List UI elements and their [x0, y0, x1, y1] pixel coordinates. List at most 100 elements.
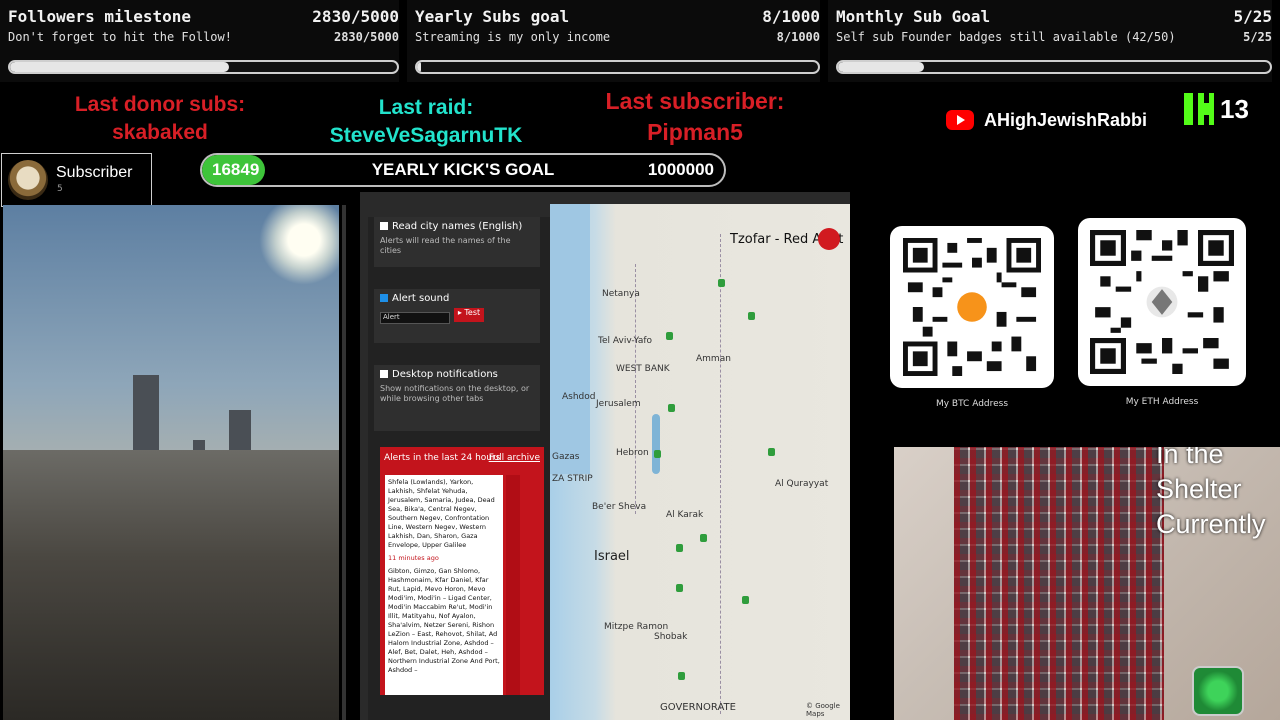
setting-title: Alert sound: [392, 293, 450, 304]
kick-count: 13: [1220, 94, 1249, 124]
map-marker: [654, 450, 661, 458]
plaid-shirt: [954, 447, 1164, 720]
map-label: Be'er Sheva: [592, 502, 647, 512]
setting-description: Show notifications on the desktop, or wh…: [380, 384, 530, 403]
sea-area: [550, 204, 590, 474]
goal-subtitle: Don't forget to hit the Follow!: [8, 30, 232, 44]
eth-qr-code: [1078, 218, 1246, 386]
shelter-status-text: In the Shelter Currently: [1156, 447, 1266, 542]
test-sound-button[interactable]: ▸ Test: [454, 308, 484, 322]
last-subscriber-name: Pipman5: [647, 119, 743, 145]
youtube-icon: [946, 110, 974, 130]
last-donor-name: skabaked: [112, 121, 208, 144]
map-label: Tel Aviv-Yafo: [598, 336, 653, 346]
alert-regions: Shfela (Lowlands), Yarkon, Lakhish, Shfe…: [388, 478, 495, 549]
eth-address-caption: My ETH Address: [1125, 397, 1199, 407]
read-city-names-setting[interactable]: Read city names (English) Alerts will re…: [374, 217, 540, 267]
last-donor-label: Last donor subs: skabaked: [40, 91, 280, 147]
alerts-list: Shfela (Lowlands), Yarkon, Lakhish, Shfe…: [385, 475, 503, 695]
border-line: [720, 234, 721, 714]
last-subscriber-label: Last subscriber: Pipman5: [570, 86, 820, 148]
red-alert-browser-capture: Read city names (English) Alerts will re…: [360, 192, 850, 720]
border-line: [635, 264, 636, 514]
map-marker: [748, 312, 755, 320]
alerts-24h-panel: Alerts in the last 24 hours Full archive…: [380, 447, 544, 695]
kick-viewer-count: 13: [1184, 93, 1274, 125]
map-label: Hebron: [616, 448, 649, 458]
map-credit: © Google Maps: [806, 702, 840, 718]
avatar: [8, 160, 48, 200]
yearly-subs-goal-widget: Yearly Subs goal 8/1000 Streaming is my …: [407, 0, 820, 82]
green-jar: [1192, 666, 1244, 716]
goal-progress-fill: [838, 62, 925, 72]
youtube-channel-name: AHighJewishRabbi: [984, 110, 1148, 130]
last-donor-title: Last donor subs:: [74, 93, 246, 116]
monthly-sub-goal-widget: Monthly Sub Goal 5/25 Self sub Founder b…: [828, 0, 1272, 82]
desktop-notifications-setting[interactable]: Desktop notifications Show notifications…: [374, 365, 540, 431]
settings-panel: Read city names (English) Alerts will re…: [368, 217, 553, 720]
city-webcam-feed: [3, 205, 339, 720]
goal-progress-bar: [415, 60, 820, 74]
goal-title: Monthly Sub Goal: [836, 7, 991, 26]
youtube-handle: AHighJewishRabbi: [946, 109, 1176, 131]
followers-goal-widget: Followers milestone 2830/5000 Don't forg…: [0, 0, 399, 82]
goal-subtitle: Self sub Founder badges still available …: [836, 30, 1176, 44]
kick-yearly-goal-bar: YEARLY KICK'S GOAL 16849 1000000: [200, 153, 726, 187]
sun-glare: [259, 205, 339, 285]
map-marker: [678, 672, 685, 680]
map-label: Netanya: [602, 289, 640, 299]
goal-count-small: 5/25: [1243, 30, 1272, 44]
checkbox-icon[interactable]: [380, 222, 388, 230]
qr-pattern: [903, 238, 1041, 376]
city-skyline: [3, 450, 339, 720]
shelter-line-1: In the: [1156, 447, 1224, 469]
map-label: GOVERNORATE: [660, 702, 736, 713]
goal-count-small: 8/1000: [776, 30, 820, 44]
map-label: Ashdod: [562, 392, 596, 402]
map-marker: [700, 534, 707, 542]
map-label: WEST BANK: [616, 364, 670, 374]
goal-progress-bar: [836, 60, 1272, 74]
map-marker: [668, 404, 675, 412]
streamer-webcam-feed: In the Shelter Currently: [894, 447, 1280, 720]
checkbox-icon[interactable]: [380, 370, 388, 378]
kick-goal-title: YEARLY KICK'S GOAL: [371, 160, 555, 179]
goal-subtitle: Streaming is my only income: [415, 30, 611, 44]
goal-count: 8/1000: [762, 7, 820, 26]
subscriber-count: 5: [57, 184, 63, 194]
alerts-header: Alerts in the last 24 hours: [384, 453, 501, 463]
alert-time: 11 minutes ago: [388, 554, 439, 562]
map-label: Amman: [696, 354, 731, 364]
btc-qr-code: [890, 226, 1054, 388]
qr-pattern: [1090, 230, 1234, 374]
goal-count: 2830/5000: [312, 7, 399, 26]
kick-goal-target: 1000000: [647, 160, 714, 179]
alert-sound-setting[interactable]: Alert sound Alert ▸ Test: [374, 289, 540, 343]
scrollbar[interactable]: [506, 475, 520, 695]
setting-description: Alerts will read the names of the cities: [380, 236, 511, 255]
map-label: Gazas: [552, 452, 580, 462]
shelter-line-3: Currently: [1156, 509, 1266, 539]
map-marker: [676, 544, 683, 552]
map-marker: [676, 584, 683, 592]
last-subscriber-title: Last subscriber:: [605, 88, 785, 114]
map-label: Shobak: [654, 632, 688, 642]
setting-title: Desktop notifications: [392, 369, 498, 380]
kick-goal-current: 16849: [212, 160, 260, 179]
subscriber-title: Subscriber: [56, 164, 133, 181]
goal-count-small: 2830/5000: [333, 30, 399, 44]
alert-map[interactable]: Tzofar - Red Alert Netanya Tel Aviv-Yafo…: [550, 204, 850, 720]
checkbox-checked-icon[interactable]: [380, 294, 388, 302]
divider: [342, 205, 346, 720]
goal-title: Yearly Subs goal: [415, 7, 570, 26]
alert-cities: Gibton, Gimzo, Gan Shlomo, Hashmonaim, K…: [388, 567, 500, 674]
goal-count: 5/25: [1233, 7, 1272, 26]
btc-address-caption: My BTC Address: [935, 399, 1009, 409]
map-label: Al Qurayyat: [775, 479, 829, 489]
goal-progress-fill: [417, 62, 421, 72]
map-label-israel: Israel: [594, 549, 630, 564]
shelter-line-2: Shelter: [1156, 474, 1242, 504]
goal-progress-fill: [10, 62, 230, 72]
full-archive-link[interactable]: Full archive: [489, 453, 540, 463]
alert-sound-select[interactable]: Alert: [380, 312, 450, 324]
